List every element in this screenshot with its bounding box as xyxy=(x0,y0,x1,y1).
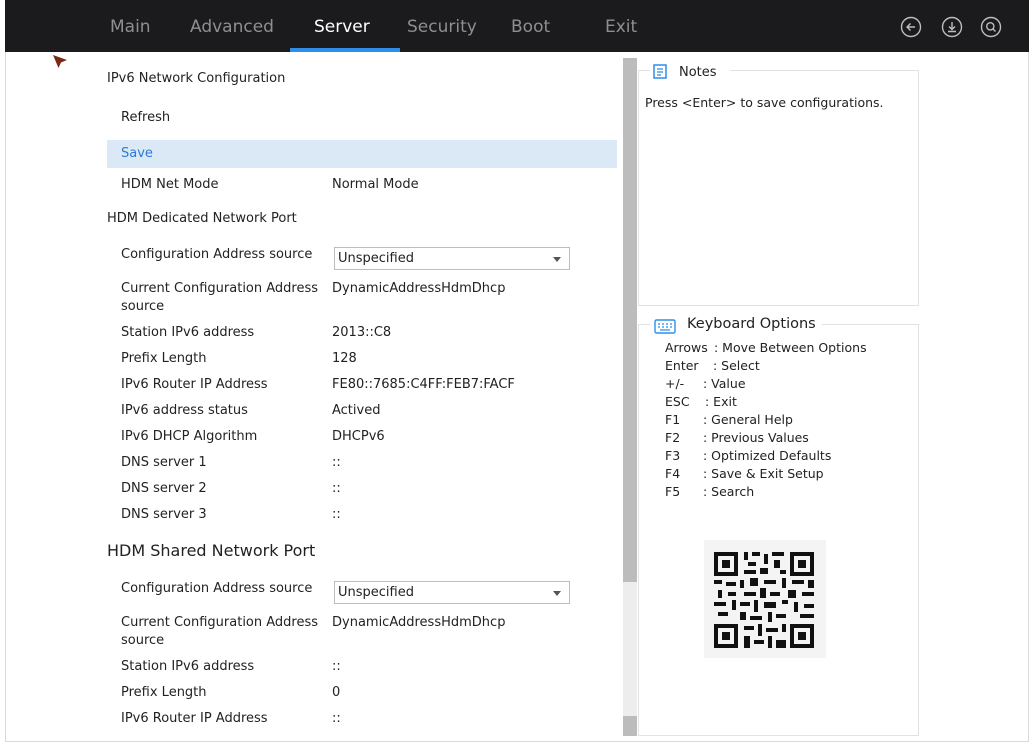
dedicated-dns2-value: :: xyxy=(332,481,341,496)
dedicated-router-ip-value: FE80::7685:C4FF:FEB7:FACF xyxy=(332,377,515,392)
tab-boot[interactable]: Boot xyxy=(511,0,550,52)
kb-key-f2: F2 xyxy=(665,430,681,445)
dedicated-prefix-length-value: 128 xyxy=(332,351,357,366)
kb-key-f3: F3 xyxy=(665,448,681,463)
kb-desc-f1: : General Help xyxy=(703,412,793,427)
shared-router-ip-label: IPv6 Router IP Address xyxy=(121,711,268,726)
search-button[interactable] xyxy=(980,16,1002,38)
chevron-down-icon xyxy=(553,257,561,262)
kb-desc-esc: : Exit xyxy=(705,394,737,409)
notes-title: Notes xyxy=(679,65,717,80)
tab-exit[interactable]: Exit xyxy=(605,0,637,52)
dedicated-dhcp-algorithm-value: DHCPv6 xyxy=(332,429,385,444)
top-nav-bar: Main Advanced Server Security Boot Exit xyxy=(5,0,1029,52)
dedicated-address-status-value: Actived xyxy=(332,403,381,418)
shared-config-source-value: Unspecified xyxy=(338,585,414,600)
refresh-item[interactable]: Refresh xyxy=(121,110,170,125)
scrollbar-end[interactable] xyxy=(623,716,637,736)
shared-current-source-label: Current Configuration Address source xyxy=(121,615,319,648)
net-mode-label: HDM Net Mode xyxy=(121,177,219,192)
frame-bottom-border xyxy=(5,741,1029,742)
section-title-dedicated: HDM Dedicated Network Port xyxy=(107,211,297,226)
mouse-cursor-icon xyxy=(53,55,67,68)
kb-key-f4: F4 xyxy=(665,466,681,481)
save-item[interactable]: Save xyxy=(121,146,153,161)
chevron-down-icon xyxy=(553,591,561,596)
kb-desc-f5: : Search xyxy=(703,484,755,499)
dedicated-station-ipv6-label: Station IPv6 address xyxy=(121,325,255,340)
net-mode-value: Normal Mode xyxy=(332,177,419,192)
kb-key-f5: F5 xyxy=(665,484,681,499)
kb-desc-f2: : Previous Values xyxy=(703,430,809,445)
keyboard-icon xyxy=(654,319,676,334)
dedicated-current-source-label: Current Configuration Address source xyxy=(121,281,319,314)
keyboard-options-header: Keyboard Options xyxy=(650,314,822,336)
dedicated-prefix-length-label: Prefix Length xyxy=(121,351,207,366)
kb-key-value: +/- xyxy=(665,376,685,391)
dedicated-config-source-label: Configuration Address source xyxy=(121,247,313,262)
dedicated-config-source-value: Unspecified xyxy=(338,251,414,266)
download-button[interactable] xyxy=(941,16,963,38)
kb-desc-f3: : Optimized Defaults xyxy=(703,448,832,463)
shared-router-ip-value: :: xyxy=(332,711,341,726)
kb-desc-enter: : Select xyxy=(713,358,760,373)
dedicated-station-ipv6-value: 2013::C8 xyxy=(332,325,392,340)
dedicated-dns2-label: DNS server 2 xyxy=(121,481,207,496)
kb-key-esc: ESC xyxy=(665,394,690,409)
section-title-shared: HDM Shared Network Port xyxy=(107,541,316,560)
dedicated-dns3-label: DNS server 3 xyxy=(121,507,207,522)
search-icon xyxy=(980,16,1002,38)
kb-desc-value: : Value xyxy=(703,376,746,391)
tab-security[interactable]: Security xyxy=(407,0,477,52)
dedicated-current-source-value: DynamicAddressHdmDhcp xyxy=(332,281,506,296)
frame-right-border xyxy=(1028,52,1029,742)
kb-desc-f4: : Save & Exit Setup xyxy=(703,466,824,481)
shared-prefix-length-label: Prefix Length xyxy=(121,685,207,700)
dedicated-config-source-select[interactable]: Unspecified xyxy=(334,247,570,270)
kb-key-enter: Enter xyxy=(665,358,699,373)
frame-left-border xyxy=(5,52,6,742)
dedicated-dns1-label: DNS server 1 xyxy=(121,455,207,470)
dedicated-dns1-value: :: xyxy=(332,455,341,470)
notes-icon xyxy=(653,64,667,79)
tab-server[interactable]: Server xyxy=(314,0,370,52)
dedicated-address-status-label: IPv6 address status xyxy=(121,403,248,418)
active-tab-indicator xyxy=(290,48,400,52)
save-item-row[interactable] xyxy=(107,140,617,168)
shared-config-source-select[interactable]: Unspecified xyxy=(334,581,570,604)
notes-header: Notes xyxy=(650,62,730,82)
back-button[interactable] xyxy=(900,16,922,38)
shared-current-source-value: DynamicAddressHdmDhcp xyxy=(332,615,506,630)
tab-main[interactable]: Main xyxy=(110,0,151,52)
dedicated-dns3-value: :: xyxy=(332,507,341,522)
scrollbar-thumb[interactable] xyxy=(623,58,637,582)
kb-key-f1: F1 xyxy=(665,412,681,427)
keyboard-options-title: Keyboard Options xyxy=(687,316,816,332)
kb-key-arrows: Arrows xyxy=(665,340,708,355)
qr-code-image xyxy=(704,540,826,658)
shared-station-ipv6-value: :: xyxy=(332,659,341,674)
section-title-ipv6: IPv6 Network Configuration xyxy=(107,71,286,86)
tab-advanced[interactable]: Advanced xyxy=(190,0,274,52)
dedicated-router-ip-label: IPv6 Router IP Address xyxy=(121,377,268,392)
shared-prefix-length-value: 0 xyxy=(332,685,341,700)
kb-desc-arrows: : Move Between Options xyxy=(714,340,867,355)
shared-station-ipv6-label: Station IPv6 address xyxy=(121,659,255,674)
dedicated-dhcp-algorithm-label: IPv6 DHCP Algorithm xyxy=(121,429,258,444)
download-icon xyxy=(941,16,963,38)
shared-config-source-label: Configuration Address source xyxy=(121,581,313,596)
notes-text: Press <Enter> to save configurations. xyxy=(645,95,884,110)
back-icon xyxy=(900,16,922,38)
